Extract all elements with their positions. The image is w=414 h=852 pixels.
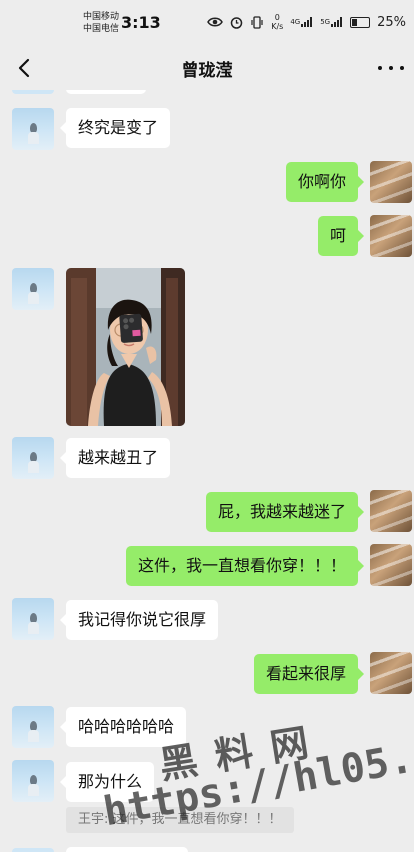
net-speed-unit: K/s (271, 22, 284, 31)
message-bubble-received[interactable]: 那为什么 (59, 762, 155, 802)
message-bubble-received[interactable]: 我记得你说它很厚 (59, 600, 219, 640)
message-bubble-sent[interactable]: 看起来很厚 (253, 654, 365, 694)
carrier-labels: 中国移动 中国电信 (83, 11, 119, 35)
signal-4g-icon: 4G (290, 17, 313, 27)
carrier-2: 中国电信 (83, 24, 120, 34)
image-message[interactable] (66, 268, 185, 426)
message-bubble-sent[interactable]: 你啊你 (285, 162, 365, 202)
contact-avatar[interactable] (12, 760, 54, 802)
clock: 3:13 (121, 13, 161, 32)
more-dot-icon (389, 66, 393, 70)
status-bar: 中国移动 中国电信 3:13 0 K/s 4G 5G 25% (0, 0, 414, 46)
avatar-partial (12, 848, 54, 852)
alarm-icon (230, 16, 243, 29)
vibrate-icon (251, 15, 263, 29)
eye-icon (207, 17, 224, 27)
message-bubble-received[interactable]: 哈哈哈哈哈哈 (59, 707, 187, 747)
message-bubble-sent[interactable]: 呵 (317, 216, 365, 256)
my-avatar[interactable] (370, 161, 412, 203)
more-options-button[interactable] (378, 56, 404, 80)
my-avatar[interactable] (370, 490, 412, 532)
quoted-message[interactable]: 王宇: 这件，我一直想看你穿！！！ (66, 807, 294, 833)
contact-avatar[interactable] (12, 108, 54, 150)
my-avatar[interactable] (370, 215, 412, 257)
selfie-photo (66, 268, 185, 426)
message-bubble-partial (66, 90, 146, 94)
avatar-partial (12, 90, 54, 94)
contact-avatar[interactable] (12, 437, 54, 479)
message-bubble-sent[interactable]: 这件，我一直想看你穿！！！ (125, 546, 365, 586)
contact-avatar[interactable] (12, 706, 54, 748)
message-bubble-received[interactable]: 终究是变了 (59, 108, 171, 148)
message-bubble-sent[interactable]: 屁，我越来越迷了 (205, 492, 365, 532)
net-speed: 0 K/s (271, 13, 283, 31)
more-dot-icon (400, 66, 404, 70)
carrier-1: 中国移动 (83, 12, 120, 22)
status-icons: 0 K/s 4G 5G 25% (207, 13, 406, 31)
my-avatar[interactable] (370, 652, 412, 694)
signal-5g-icon: 5G (320, 17, 343, 27)
battery-percent: 25% (377, 14, 406, 30)
contact-avatar[interactable] (12, 598, 54, 640)
chat-header: 曾珑滢 (0, 46, 414, 90)
battery-icon (350, 16, 371, 28)
more-dot-icon (378, 66, 382, 70)
message-bubble-partial (66, 847, 188, 852)
contact-name: 曾珑滢 (181, 61, 233, 81)
my-avatar[interactable] (370, 544, 412, 586)
contact-avatar[interactable] (12, 268, 54, 310)
net-speed-value: 0 (274, 13, 280, 22)
chat-area[interactable]: 终究是变了 你啊你 呵 越来越丑了 屁，我越来越迷了 这件，我一直想看你穿！！！… (0, 90, 414, 852)
message-bubble-received[interactable]: 越来越丑了 (59, 438, 171, 478)
